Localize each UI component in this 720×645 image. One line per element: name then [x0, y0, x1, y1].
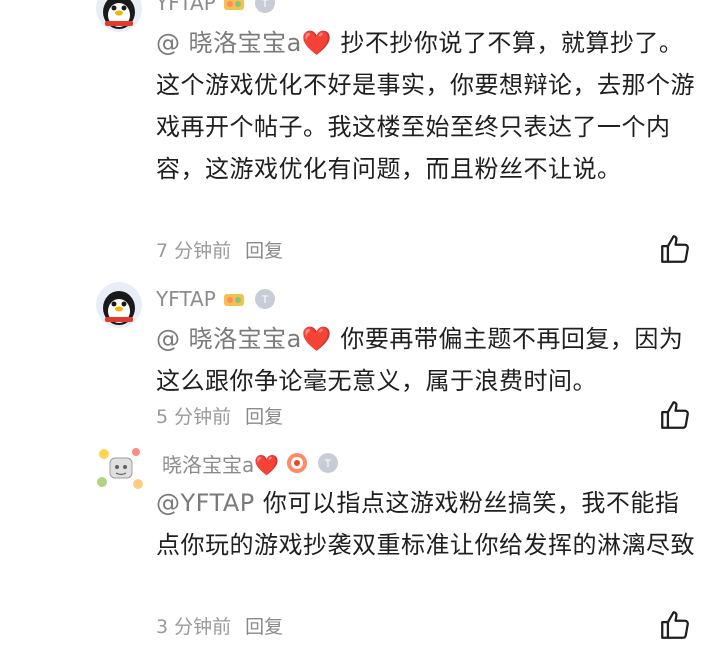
penguin-avatar[interactable] [96, 282, 142, 328]
reply-button[interactable]: 回复 [245, 236, 283, 263]
svg-text:T: T [261, 294, 268, 306]
comment-body: @ 晓洛宝宝a❤️ 抄不抄你说了不算，就算抄了。这个游戏优化不好是事实，你要想辩… [156, 22, 696, 190]
username[interactable]: YFTAP [156, 0, 216, 15]
fan-badge-icon [285, 452, 311, 474]
svg-text:T: T [261, 0, 268, 10]
username[interactable]: 晓洛宝宝a❤️ [162, 449, 279, 478]
sticker-avatar[interactable] [92, 440, 148, 496]
penguin-avatar[interactable] [96, 0, 142, 32]
comment-thread: YFTAP T @ 晓洛宝宝a❤️ 抄不抄你说了不算，就算抄了。这个游戏优化不好… [0, 0, 720, 645]
level-badge-icon [222, 0, 248, 14]
comment-time: 3 分钟前 [156, 615, 232, 638]
svg-text:T: T [325, 458, 332, 470]
mention-link[interactable]: @YFTAP [156, 489, 263, 517]
comment-body: @YFTAP 你可以指点这游戏粉丝搞笑，我不能指点你玩的游戏抄袭双重标准让你给发… [156, 482, 696, 566]
reply-button[interactable]: 回复 [245, 612, 283, 639]
thumbs-up-icon[interactable] [658, 608, 692, 642]
verified-badge-icon: T [254, 0, 280, 14]
comment-time: 7 分钟前 [156, 239, 232, 262]
thumbs-up-icon[interactable] [658, 398, 692, 432]
thumbs-up-icon[interactable] [658, 232, 692, 266]
comment-time: 5 分钟前 [156, 405, 232, 428]
comment-body: @ 晓洛宝宝a❤️ 你要再带偏主题不再回复，因为这么跟你争论毫无意义，属于浪费时… [156, 318, 696, 402]
level-badge-icon [222, 288, 248, 310]
verified-badge-icon: T [317, 452, 343, 474]
mention-link[interactable]: @ 晓洛宝宝a❤️ [156, 29, 340, 57]
username[interactable]: YFTAP [156, 287, 216, 311]
reply-button[interactable]: 回复 [245, 402, 283, 429]
verified-badge-icon: T [254, 288, 280, 310]
mention-link[interactable]: @ 晓洛宝宝a❤️ [156, 325, 340, 353]
